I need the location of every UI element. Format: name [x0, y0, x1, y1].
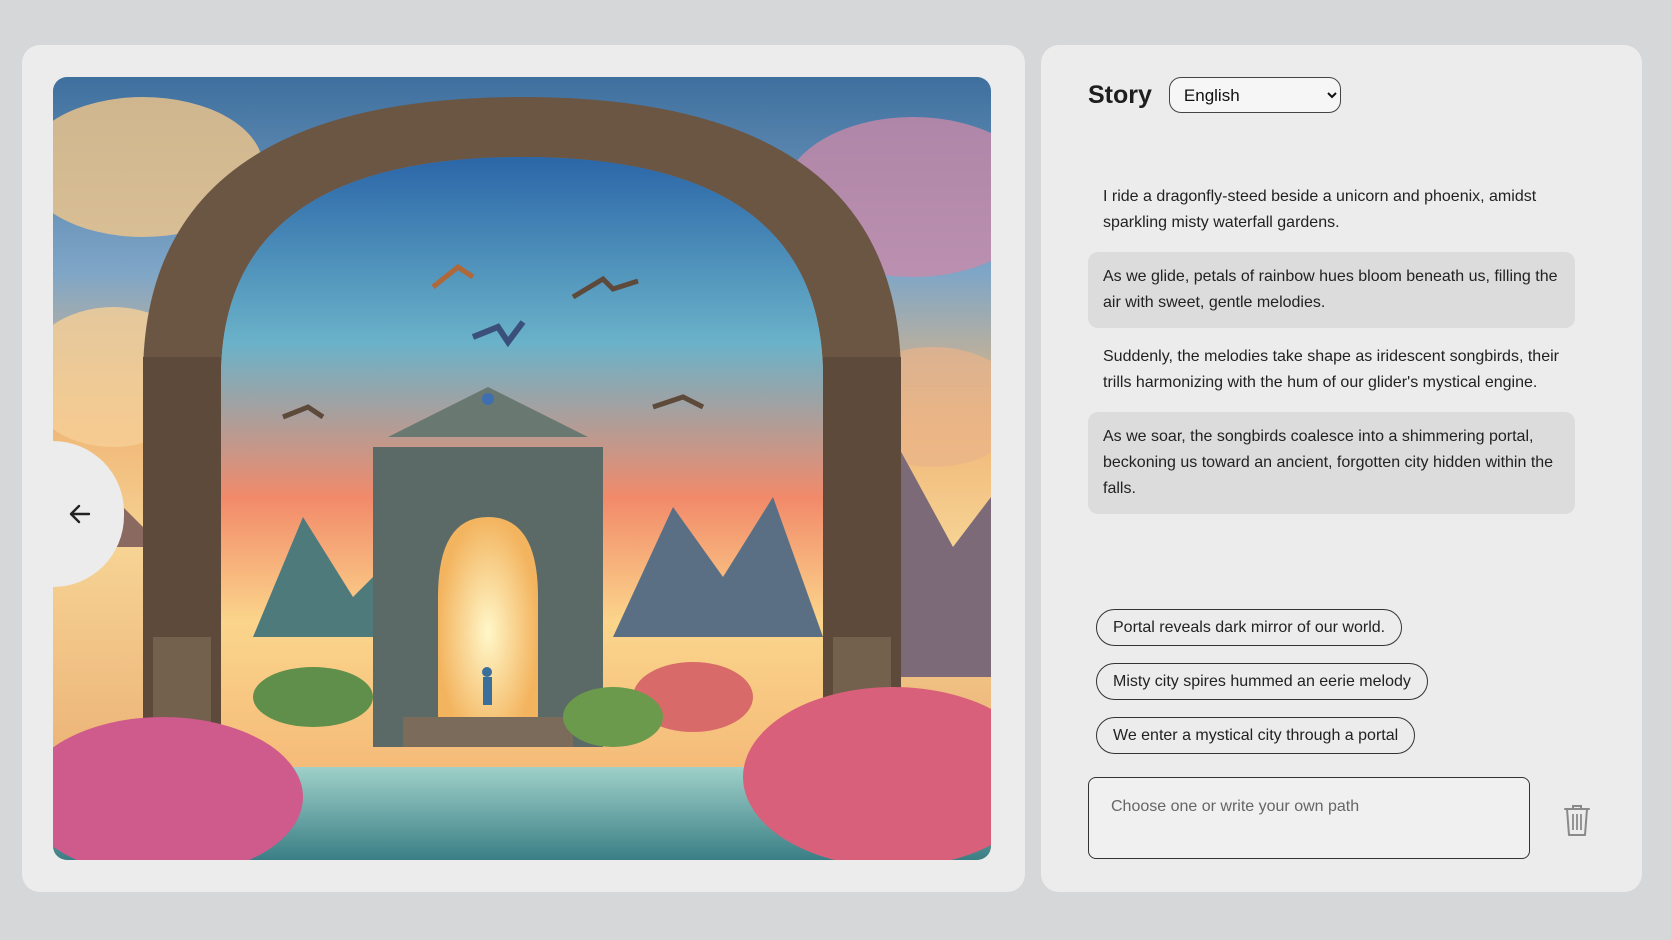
story-panel: Story English I ride a dragonfly-steed b…	[1041, 45, 1642, 892]
story-illustration	[53, 77, 991, 860]
story-header: Story English	[1088, 77, 1341, 113]
choice-button[interactable]: We enter a mystical city through a porta…	[1096, 717, 1416, 754]
path-input[interactable]	[1088, 777, 1530, 859]
story-paragraph: As we glide, petals of rainbow hues bloo…	[1088, 252, 1575, 328]
story-paragraph: I ride a dragonfly-steed beside a unicor…	[1103, 188, 1537, 231]
arrow-left-icon	[69, 504, 91, 524]
choice-list: Portal reveals dark mirror of our world.…	[1096, 609, 1428, 771]
story-paragraph: As we soar, the songbirds coalesce into …	[1088, 412, 1575, 514]
page-title: Story	[1088, 80, 1152, 109]
choice-button[interactable]: Misty city spires hummed an eerie melody	[1096, 663, 1428, 700]
language-select[interactable]: English	[1168, 77, 1341, 113]
story-paragraph-list: I ride a dragonfly-steed beside a unicor…	[1088, 172, 1575, 514]
image-panel	[22, 45, 1025, 892]
clear-button[interactable]	[1557, 800, 1597, 840]
choice-button[interactable]: Portal reveals dark mirror of our world.	[1096, 609, 1403, 646]
fantasy-archway-illustration	[53, 77, 991, 860]
trash-icon	[1564, 805, 1590, 836]
story-paragraph: Suddenly, the melodies take shape as iri…	[1103, 348, 1559, 391]
